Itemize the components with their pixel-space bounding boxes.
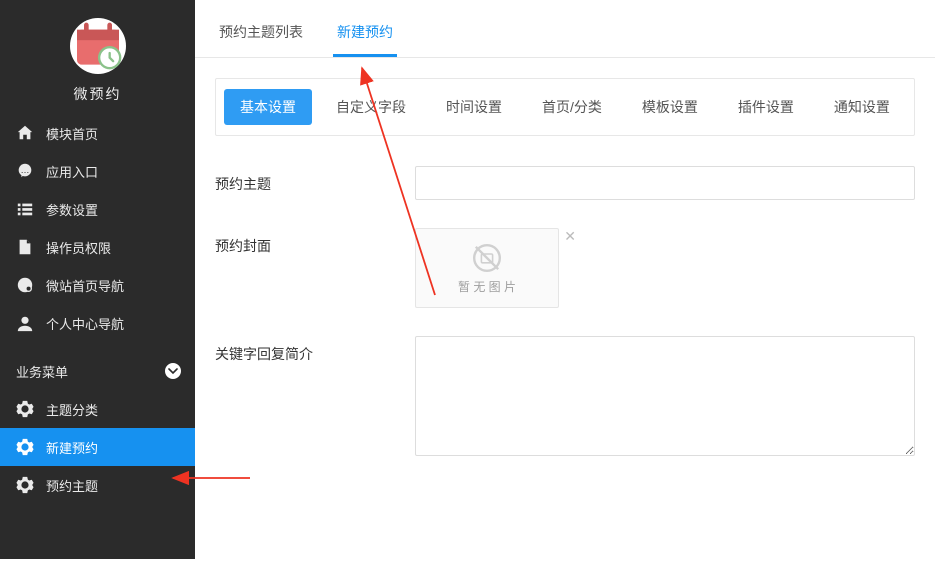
sidebar-item-label: 应用入口: [46, 162, 98, 181]
subtab-6[interactable]: 通知设置: [818, 89, 906, 125]
top-tabs: 预约主题列表新建预约: [195, 0, 935, 58]
sidebar-item-label: 新建预约: [46, 438, 98, 457]
sidebar-item-label: 参数设置: [46, 200, 98, 219]
sidebar-item-biz-0[interactable]: 主题分类: [0, 390, 195, 428]
label-cover: 预约封面: [215, 228, 415, 256]
app-root: 微预约 模块首页…应用入口参数设置操作员权限微站首页导航个人中心导航 业务菜单 …: [0, 0, 935, 559]
sidebar-item-primary-5[interactable]: 个人中心导航: [0, 304, 195, 342]
sidebar-item-label: 主题分类: [46, 400, 98, 419]
tab-0[interactable]: 预约主题列表: [215, 14, 307, 57]
nav-biz: 主题分类新建预约预约主题: [0, 390, 195, 504]
sidebar-item-label: 微站首页导航: [46, 276, 124, 295]
main: 预约主题列表新建预约 基本设置自定义字段时间设置首页/分类模板设置插件设置通知设…: [195, 0, 935, 559]
subtab-2[interactable]: 时间设置: [430, 89, 518, 125]
logo-icon: [70, 18, 126, 74]
globe-icon: [16, 276, 34, 294]
row-cover: 预约封面 暂 无 图 片 ✕: [215, 228, 915, 308]
brand: 微预约: [0, 0, 195, 114]
msg-icon: …: [16, 162, 34, 180]
sidebar-item-biz-2[interactable]: 预约主题: [0, 466, 195, 504]
sidebar-item-label: 模块首页: [46, 124, 98, 143]
subtab-5[interactable]: 插件设置: [722, 89, 810, 125]
gear-icon: [16, 400, 34, 418]
sidebar-item-biz-1[interactable]: 新建预约: [0, 428, 195, 466]
gear-icon: [16, 476, 34, 494]
user-icon: [16, 314, 34, 332]
sidebar-item-label: 个人中心导航: [46, 314, 124, 333]
sidebar-item-primary-3[interactable]: 操作员权限: [0, 228, 195, 266]
row-topic: 预约主题: [215, 166, 915, 200]
subtab-3[interactable]: 首页/分类: [526, 89, 618, 125]
content: 基本设置自定义字段时间设置首页/分类模板设置插件设置通知设置 消费相关 预约主题 …: [195, 58, 935, 559]
sidebar: 微预约 模块首页…应用入口参数设置操作员权限微站首页导航个人中心导航 业务菜单 …: [0, 0, 195, 559]
tab-1[interactable]: 新建预约: [333, 14, 397, 57]
input-summary[interactable]: [415, 336, 915, 456]
form: 预约主题 预约封面 暂 无 图 片 ✕: [215, 166, 915, 459]
subtab-1[interactable]: 自定义字段: [320, 89, 422, 125]
label-summary: 关键字回复简介: [215, 336, 415, 364]
sidebar-item-label: 预约主题: [46, 476, 98, 495]
nav-section-label: 业务菜单: [16, 362, 68, 381]
nav-section-header[interactable]: 业务菜单: [0, 352, 195, 390]
input-topic[interactable]: [415, 166, 915, 200]
list-icon: [16, 200, 34, 218]
chevron-down-icon: [165, 363, 181, 379]
row-summary: 关键字回复简介: [215, 336, 915, 459]
subtab-0[interactable]: 基本设置: [224, 89, 312, 125]
subtab-7[interactable]: 消费相关: [914, 89, 915, 125]
app-title: 微预约: [74, 84, 122, 104]
doc-icon: [16, 238, 34, 256]
label-topic: 预约主题: [215, 166, 415, 194]
sidebar-item-label: 操作员权限: [46, 238, 111, 257]
svg-text:…: …: [21, 165, 30, 175]
nav-primary: 模块首页 … 应用入口参数设置操作员权限微站首页导航个人中心导航: [0, 114, 195, 342]
sidebar-item-primary-2[interactable]: 参数设置: [0, 190, 195, 228]
home-icon: [16, 124, 34, 142]
sidebar-item-primary-0[interactable]: 模块首页: [0, 114, 195, 152]
cover-upload[interactable]: 暂 无 图 片 ✕: [415, 228, 559, 308]
cover-caption: 暂 无 图 片: [458, 278, 516, 295]
gear-icon: [16, 438, 34, 456]
close-icon[interactable]: ✕: [564, 229, 576, 243]
sub-tabs: 基本设置自定义字段时间设置首页/分类模板设置插件设置通知设置 消费相关: [215, 78, 915, 136]
sidebar-item-primary-4[interactable]: 微站首页导航: [0, 266, 195, 304]
no-image-placeholder: 暂 无 图 片: [458, 242, 516, 295]
sidebar-item-primary-1[interactable]: … 应用入口: [0, 152, 195, 190]
subtab-4[interactable]: 模板设置: [626, 89, 714, 125]
